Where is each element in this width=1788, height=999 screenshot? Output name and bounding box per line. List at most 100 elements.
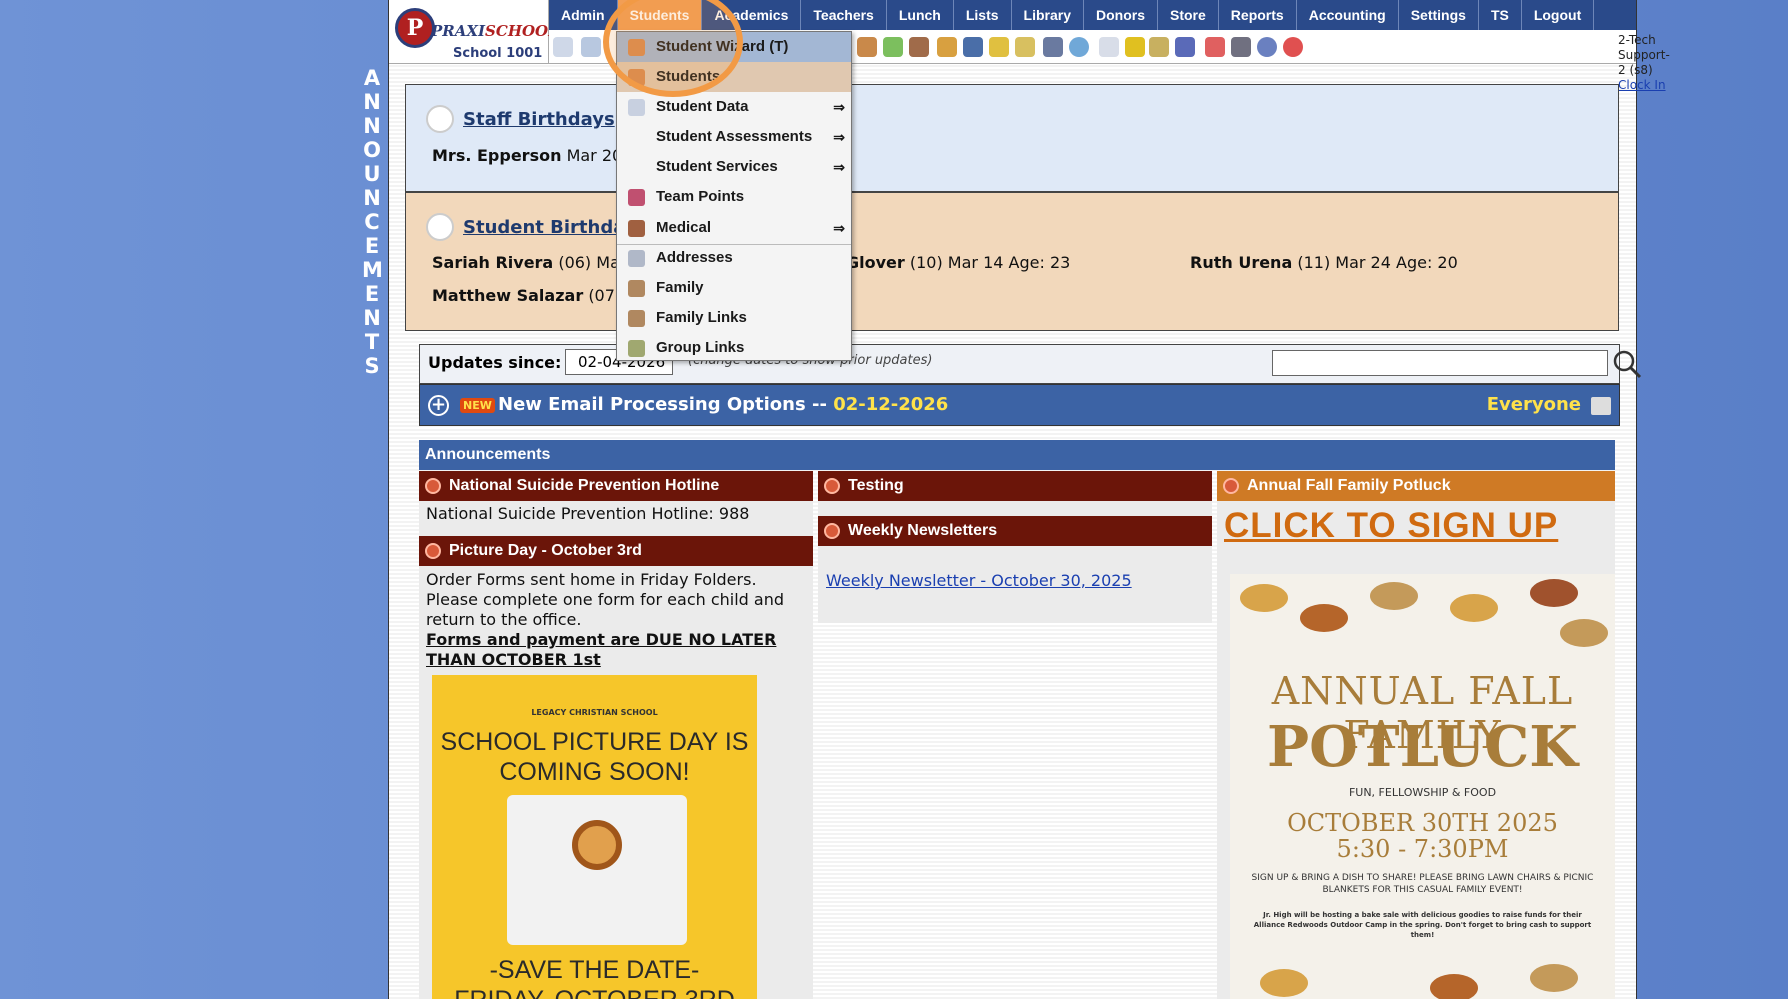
leaf-decoration [1370,582,1418,610]
staff-birthdays-panel: Staff Birthdays Mrs. Epperson Mar 20 [405,84,1619,192]
menu-reports[interactable]: Reports [1219,0,1297,30]
flyer-school: LEGACY CHRISTIAN SCHOOL [531,708,658,717]
clock-in-link[interactable]: Clock In [1618,78,1666,92]
cake-icon [426,105,454,133]
menu-logout[interactable]: Logout [1522,0,1595,30]
search-input[interactable] [1272,350,1608,376]
clock-icon[interactable] [1069,37,1089,57]
announcement-body: National Suicide Prevention Hotline: 988 [426,504,750,523]
pencil-icon[interactable] [883,37,903,57]
potluck-flyer: ANNUAL FALL FAMILY POTLUCK FUN, FELLOWSH… [1230,574,1615,999]
announcement-icon [1223,478,1239,494]
printer-icon[interactable] [1149,37,1169,57]
announcement-body-line: return to the office. [426,610,582,629]
pdf-icon[interactable] [1205,37,1225,57]
help-icon[interactable] [1257,37,1277,57]
menu-item-student-data[interactable]: Student Data ⇒ [617,92,851,122]
staff-birthday-entry: Mrs. Epperson Mar 20 [432,146,622,165]
menu-teachers[interactable]: Teachers [801,0,887,30]
student-birthdays-title[interactable]: Student Birthday [463,217,637,238]
new-badge: NEW [460,398,495,413]
menu-item-addresses[interactable]: Addresses [617,243,851,273]
teacher-icon[interactable] [857,37,877,57]
email-title-text: New Email Processing Options -- [498,394,834,415]
logo-mark: P [395,8,435,48]
menu-item-group-links[interactable]: Group Links [617,333,851,363]
announcement-icon [425,543,441,559]
announcement-icon [425,478,441,494]
user-name: 2-Tech Support-2 (s8) [1618,33,1670,77]
newsletter-link[interactable]: Weekly Newsletter - October 30, 2025 [826,571,1132,590]
power-icon[interactable] [1283,37,1303,57]
sign-up-link[interactable]: CLICK TO SIGN UP [1224,506,1558,546]
v-letter: N [363,90,381,114]
school-name: School 1001 [453,46,543,61]
v-letter: N [363,114,381,138]
staff-icon[interactable] [1043,37,1063,57]
donation-icon[interactable] [1015,37,1035,57]
menu-item-label: Addresses [656,249,733,266]
menu-item-student-assessments[interactable]: Student Assessments ⇒ [617,122,851,152]
flyer-save-date: -SAVE THE DATE-FRIDAY, OCTOBER 3RD [432,955,757,999]
logo-name-part1: PRAXI [431,22,486,40]
people-icon[interactable] [909,37,929,57]
v-letter: E [364,282,380,306]
v-letter: S [364,354,380,378]
student-birthday-entry: Matthew Salazar (07) [432,286,621,305]
address-icon [628,250,645,267]
expand-icon[interactable]: + [428,395,449,416]
submenu-arrow-icon: ⇒ [833,220,845,236]
picture-day-flyer: LEGACY CHRISTIAN SCHOOL SCHOOL PICTURE D… [432,675,757,999]
student-name: Sariah Rivera [432,253,554,272]
cake-icon [426,213,454,241]
leaf-decoration [1530,964,1578,992]
family-links-icon [628,310,645,327]
email-options-title: New Email Processing Options -- 02-12-20… [498,394,948,415]
lunch-icon[interactable] [937,37,957,57]
group-icon [628,340,645,357]
logo[interactable]: P PRAXISCHOOL School 1001 [389,0,559,64]
student-name: Glover [846,253,905,272]
vertical-announcements-label: A N N O U N C E M E N T S [362,66,383,378]
student-name: Matthew Salazar [432,286,584,305]
menu-settings[interactable]: Settings [1399,0,1479,30]
menu-library[interactable]: Library [1012,0,1084,30]
menu-item-student-services[interactable]: Student Services ⇒ [617,152,851,182]
staff-birthdays-title[interactable]: Staff Birthdays [463,109,615,130]
bell-icon[interactable] [989,37,1009,57]
announcement-title: Annual Fall Family Potluck [1217,471,1615,501]
menu-item-family-links[interactable]: Family Links [617,303,851,333]
student-info: (10) Mar 14 Age: 23 [909,253,1071,272]
menu-lunch[interactable]: Lunch [887,0,954,30]
menu-ts[interactable]: TS [1479,0,1522,30]
lion-image [572,820,622,870]
submenu-arrow-icon: ⇒ [833,99,845,115]
logo-name: PRAXISCHOOL [431,22,559,40]
leaf-decoration [1260,969,1308,997]
menu-item-family[interactable]: Family [617,273,851,303]
print-icon[interactable] [1231,37,1251,57]
menu-item-medical[interactable]: Medical ⇒ [617,213,851,243]
report-icon[interactable] [1099,37,1119,57]
announcement-title: Picture Day - October 3rd [419,536,813,566]
menu-item-team-points[interactable]: Team Points [617,182,851,212]
menu-item-label: Family Links [656,309,747,326]
calendar-icon[interactable] [581,37,601,57]
menu-lists[interactable]: Lists [954,0,1012,30]
menu-accounting[interactable]: Accounting [1297,0,1399,30]
menu-store[interactable]: Store [1158,0,1219,30]
email-options-bar[interactable]: + NEW New Email Processing Options -- 02… [419,384,1620,426]
menu-item-label: Group Links [656,339,745,356]
card-icon[interactable] [1125,37,1145,57]
announcements-header: Announcements [419,440,1615,470]
search-icon[interactable] [553,37,573,57]
print-icon[interactable] [1591,397,1611,415]
menu-donors[interactable]: Donors [1084,0,1158,30]
book-icon[interactable] [963,37,983,57]
announcement-title: Weekly Newsletters [818,516,1212,546]
v-letter: N [363,306,381,330]
ap-icon[interactable] [1175,37,1195,57]
announcement-title-text: National Suicide Prevention Hotline [449,477,720,494]
search-icon[interactable] [1612,349,1642,379]
potluck-time: 5:30 - 7:30PM [1336,835,1509,863]
